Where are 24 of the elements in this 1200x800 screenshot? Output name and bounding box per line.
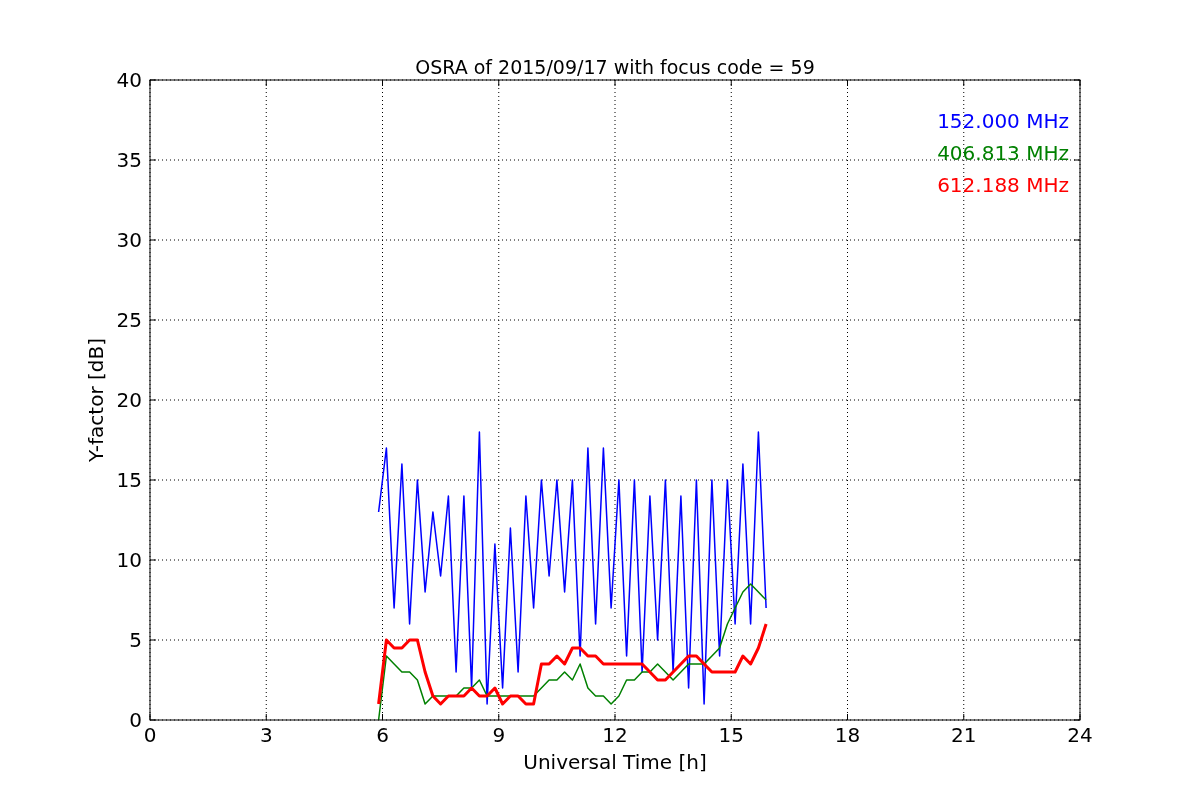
- y-tick-label: 30: [116, 228, 142, 252]
- y-tick-label: 35: [116, 148, 142, 172]
- x-axis-label: Universal Time [h]: [523, 750, 707, 774]
- x-tick-label: 3: [259, 723, 273, 747]
- x-tick-label: 24: [1067, 723, 1093, 747]
- chart-title: OSRA of 2015/09/17 with focus code = 59: [415, 56, 815, 78]
- legend-label: 152.000 MHz: [937, 109, 1069, 133]
- x-tick-label: 15: [718, 723, 744, 747]
- legend-label: 406.813 MHz: [937, 141, 1069, 165]
- x-tick-label: 12: [602, 723, 628, 747]
- x-tick-label: 9: [492, 723, 506, 747]
- y-tick-label: 15: [116, 468, 142, 492]
- x-tick-label: 0: [143, 723, 157, 747]
- y-tick-label: 40: [116, 68, 142, 92]
- y-tick-label: 10: [116, 548, 142, 572]
- y-tick-label: 5: [129, 628, 142, 652]
- x-tick-label: 18: [834, 723, 861, 747]
- x-tick-label: 21: [951, 723, 977, 747]
- legend-label: 612.188 MHz: [937, 173, 1069, 197]
- y-axis-label: Y-factor [dB]: [84, 338, 108, 462]
- x-tick-label: 6: [376, 723, 389, 747]
- y-tick-label: 20: [116, 388, 142, 412]
- y-tick-label: 25: [116, 308, 142, 332]
- y-tick-label: 0: [129, 708, 142, 732]
